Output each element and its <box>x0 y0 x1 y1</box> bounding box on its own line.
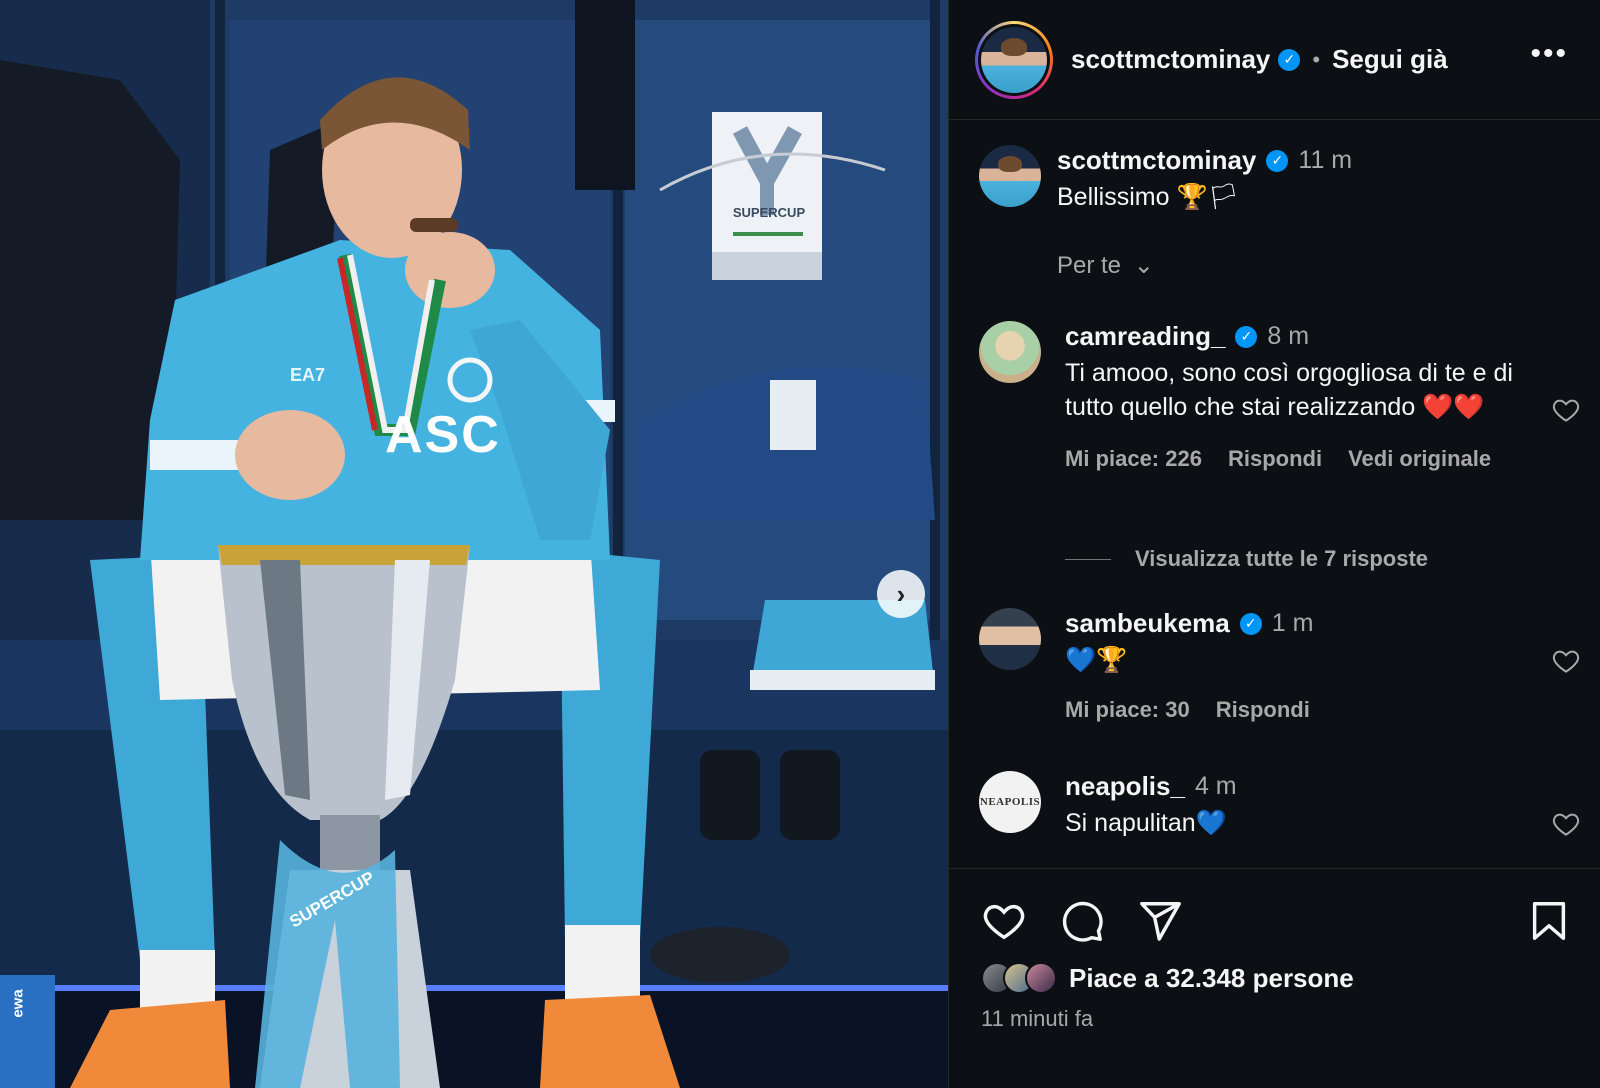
photo-illustration <box>0 0 948 1088</box>
following-button[interactable]: Segui già <box>1332 44 1448 75</box>
comment-timestamp[interactable]: 8 m <box>1267 322 1309 351</box>
instagram-post-view: SUPERCUP EA7 ASC SUPERCUP ewa › scottmct… <box>0 0 1600 1088</box>
avatar[interactable] <box>979 145 1041 207</box>
like-comment-icon[interactable] <box>1551 646 1581 676</box>
comment-likes[interactable]: Mi piace: 226 <box>1065 446 1202 472</box>
see-original-button[interactable]: Vedi originale <box>1348 446 1491 472</box>
comment-likes[interactable]: Mi piace: 30 <box>1065 697 1190 723</box>
comment-text: 💙🏆 <box>1065 646 1128 674</box>
like-icon[interactable] <box>981 898 1027 944</box>
actions-divider <box>949 868 1600 869</box>
post-time-ago[interactable]: 11 minuti fa <box>981 1006 1093 1032</box>
liker-avatar <box>1025 962 1057 994</box>
verified-icon: ✓ <box>1266 149 1289 172</box>
comment-username[interactable]: neapolis_ <box>1065 771 1185 802</box>
separator-dot: • <box>1312 46 1321 72</box>
comment-timestamp[interactable]: 1 m <box>1272 609 1314 638</box>
next-photo-button[interactable]: › <box>877 570 925 618</box>
comment-item: sambeukema ✓ 1 m 💙🏆 Mi piace: 30 Rispond… <box>979 608 1581 738</box>
caption-username[interactable]: scottmctominay <box>1057 145 1256 176</box>
share-icon[interactable] <box>1137 898 1183 944</box>
avatar-logo-text: NEAPOLIS <box>979 796 1041 808</box>
comment-timestamp[interactable]: 4 m <box>1195 772 1237 801</box>
avatar[interactable]: NEAPOLIS <box>979 771 1041 833</box>
replies-line <box>1065 558 1111 560</box>
save-icon[interactable] <box>1526 898 1572 944</box>
comment-text: Ti amooo, sono così orgogliosa di te e d… <box>1065 359 1513 421</box>
more-options-icon[interactable]: ••• <box>1530 39 1568 69</box>
jersey-text: ASC <box>385 406 501 464</box>
author-username[interactable]: scottmctominay <box>1071 44 1270 75</box>
comment-username[interactable]: sambeukema <box>1065 608 1230 639</box>
caption-text: Bellissimo 🏆🏳 <box>1057 183 1240 211</box>
avatar <box>981 26 1047 93</box>
post-side-panel: scottmctominay ✓ • Segui già ••• scottmc… <box>948 0 1600 1088</box>
post-actions <box>981 898 1572 948</box>
post-caption: scottmctominay ✓ 11 m Bellissimo 🏆🏳 <box>979 145 1581 245</box>
reply-button[interactable]: Rispondi <box>1228 446 1322 472</box>
comment-text: Si napulitan💙 <box>1065 809 1227 837</box>
story-ring[interactable] <box>975 20 1053 99</box>
likes-summary[interactable]: Piace a 32.348 persone <box>981 962 1354 994</box>
post-photo[interactable]: SUPERCUP EA7 ASC SUPERCUP ewa › <box>0 0 948 1088</box>
avatar[interactable] <box>979 608 1041 670</box>
jersey-sponsor-label: EA7 <box>290 365 326 385</box>
chevron-down-icon: ⌄ <box>1133 252 1154 279</box>
comment-icon[interactable] <box>1059 898 1105 944</box>
post-header: scottmctominay ✓ • Segui già ••• <box>949 0 1600 120</box>
avatar[interactable] <box>979 321 1041 383</box>
likes-count[interactable]: Piace a 32.348 persone <box>1069 963 1354 994</box>
reply-button[interactable]: Rispondi <box>1216 697 1310 723</box>
comment-username[interactable]: camreading_ <box>1065 321 1225 352</box>
caption-timestamp[interactable]: 11 m <box>1298 146 1352 175</box>
bottle-label: ewa <box>9 989 27 1018</box>
supercup-card-label: SUPERCUP <box>732 205 806 220</box>
sort-label: Per te <box>1057 252 1122 279</box>
comment-sort-dropdown[interactable]: Per te ⌄ <box>1057 251 1154 280</box>
view-replies-label: Visualizza tutte le 7 risposte <box>1135 546 1429 571</box>
verified-icon: ✓ <box>1239 612 1262 635</box>
verified-icon: ✓ <box>1235 325 1258 348</box>
chevron-right-icon: › <box>896 578 906 609</box>
comment-item: camreading_ ✓ 8 m Ti amooo, sono così or… <box>979 321 1581 521</box>
view-replies-button[interactable]: Visualizza tutte le 7 risposte <box>1065 546 1428 572</box>
comments-list[interactable]: scottmctominay ✓ 11 m Bellissimo 🏆🏳 Per … <box>949 121 1600 868</box>
like-comment-icon[interactable] <box>1551 809 1581 839</box>
like-comment-icon[interactable] <box>1551 395 1581 425</box>
comment-item: NEAPOLIS neapolis_ 4 m Si napulitan💙 <box>979 771 1581 851</box>
verified-icon: ✓ <box>1278 48 1301 71</box>
